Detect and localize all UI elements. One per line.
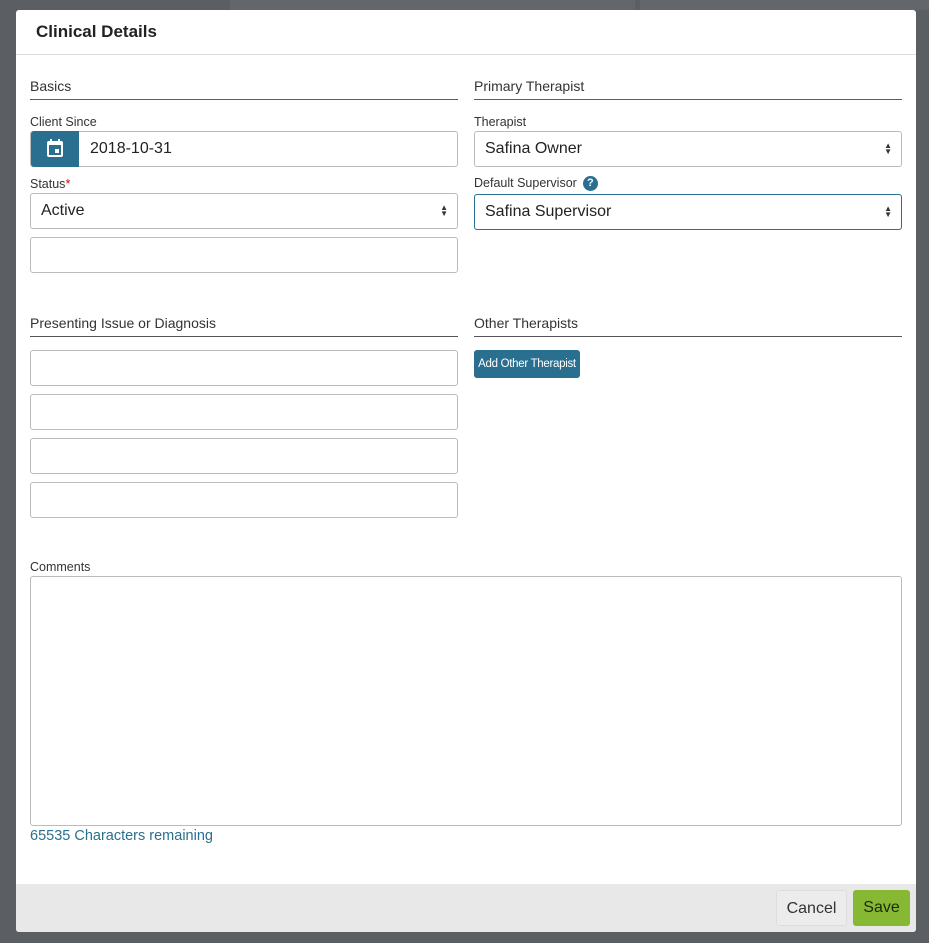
background-page-right xyxy=(640,0,929,10)
modal-footer: Cancel Save xyxy=(16,884,916,932)
calendar-icon xyxy=(47,139,63,157)
presenting-issue-heading: Presenting Issue or Diagnosis xyxy=(30,315,458,337)
client-since-input[interactable]: 2018-10-31 xyxy=(30,131,458,167)
diagnosis-input-2[interactable] xyxy=(30,394,458,430)
status-extra-input[interactable] xyxy=(30,237,458,273)
supervisor-value: Safina Supervisor xyxy=(485,203,612,220)
cancel-button[interactable]: Cancel xyxy=(776,890,847,926)
modal-title: Clinical Details xyxy=(16,10,916,55)
required-marker: * xyxy=(65,177,71,191)
status-label: Status* xyxy=(30,177,70,191)
characters-remaining: 65535 Characters remaining xyxy=(30,828,213,844)
client-since-value: 2018-10-31 xyxy=(90,140,172,157)
status-select[interactable]: Active ▲ ▼ xyxy=(30,193,458,229)
clinical-details-modal: Clinical Details Basics Client Since 201… xyxy=(16,10,916,932)
status-value: Active xyxy=(41,202,85,219)
supervisor-label: Default Supervisor? xyxy=(474,176,598,192)
supervisor-select[interactable]: Safina Supervisor ▲ ▼ xyxy=(474,194,902,230)
select-arrows-icon: ▲ ▼ xyxy=(884,204,892,219)
therapist-label: Therapist xyxy=(474,115,527,129)
select-arrows-icon: ▲ ▼ xyxy=(440,203,448,218)
client-since-label: Client Since xyxy=(30,115,97,129)
diagnosis-input-4[interactable] xyxy=(30,482,458,518)
diagnosis-input-1[interactable] xyxy=(30,350,458,386)
background-page xyxy=(230,0,635,10)
comments-textarea[interactable] xyxy=(30,576,902,826)
calendar-button[interactable] xyxy=(31,131,79,167)
comments-label: Comments xyxy=(30,560,91,574)
primary-therapist-heading: Primary Therapist xyxy=(474,78,902,100)
select-arrows-icon: ▲ ▼ xyxy=(884,141,892,156)
save-button[interactable]: Save xyxy=(853,890,910,926)
other-therapists-heading: Other Therapists xyxy=(474,315,902,337)
status-label-text: Status xyxy=(30,177,66,191)
add-other-therapist-button[interactable]: Add Other Therapist xyxy=(474,350,580,378)
diagnosis-input-3[interactable] xyxy=(30,438,458,474)
therapist-value: Safina Owner xyxy=(485,140,582,157)
help-icon[interactable]: ? xyxy=(582,176,598,192)
basics-heading: Basics xyxy=(30,78,458,100)
therapist-select[interactable]: Safina Owner ▲ ▼ xyxy=(474,131,902,167)
supervisor-label-text: Default Supervisor xyxy=(474,176,577,190)
